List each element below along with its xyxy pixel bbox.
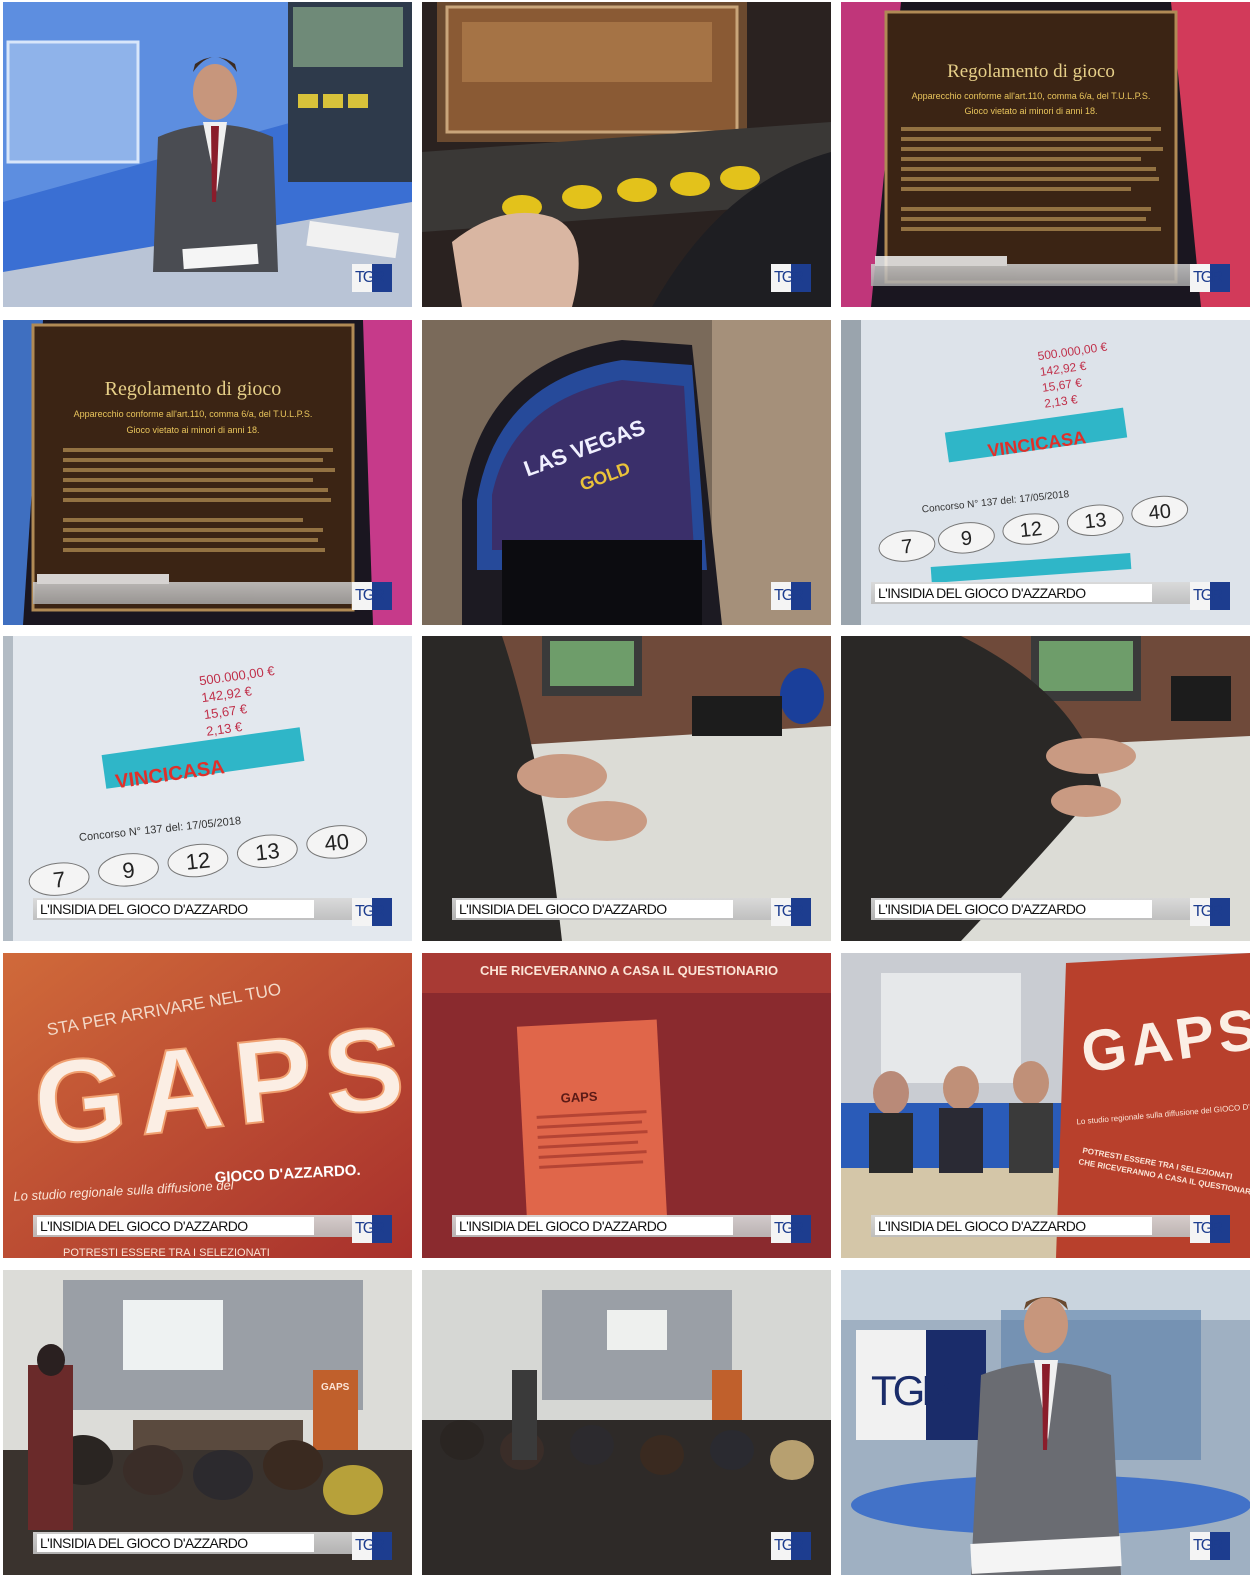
tgr-logo: TGR <box>352 898 392 926</box>
tgr-logo: TGR <box>1190 264 1230 292</box>
slot-buttons-image <box>422 2 831 307</box>
tgr-logo-text: TGR <box>1193 587 1223 604</box>
frame-vincicasa-2[interactable]: 500.000,00 € 142,92 € 15,67 € 2,13 € VIN… <box>3 636 412 941</box>
conference-room-image: GAPS <box>3 1270 412 1575</box>
tgr-logo-text: TGR <box>1193 269 1223 286</box>
frame-regolamento-1[interactable]: Regolamento di gioco Apparecchio conform… <box>841 2 1250 307</box>
regolamento-line2: Gioco vietato ai minori di anni 18. <box>126 425 259 435</box>
vincicasa-image: 500.000,00 € 142,92 € 15,67 € 2,13 € VIN… <box>841 320 1250 625</box>
las-vegas-image: LAS VEGAS GOLD <box>422 320 831 625</box>
lower-third-caption: L'INSIDIA DEL GIOCO D'AZZARDO <box>37 1534 314 1552</box>
tgr-logo-text: TGR <box>774 1537 804 1554</box>
poster-text: GAPS <box>321 1382 350 1393</box>
tgr-logo: TGR <box>771 898 811 926</box>
regolamento-line1: Apparecchio conforme all'art.110, comma … <box>912 91 1151 101</box>
lower-third-bar <box>33 574 353 604</box>
lower-third-caption: L'INSIDIA DEL GIOCO D'AZZARDO <box>875 900 1152 918</box>
frame-las-vegas[interactable]: LAS VEGAS GOLD TGR <box>422 320 831 625</box>
tgr-wall-logo: TGR <box>871 1367 950 1414</box>
tgr-logo: TGR <box>1190 1215 1230 1243</box>
hands-table-image <box>841 636 1250 941</box>
gaps-banner-image: STA PER ARRIVARE NEL TUO GAPS Lo studio … <box>3 953 412 1258</box>
lotto-number: 7 <box>52 867 67 893</box>
tgr-logo: TGR <box>1190 898 1230 926</box>
regolamento-title: Regolamento di gioco <box>105 378 282 400</box>
vincicasa-image: 500.000,00 € 142,92 € 15,67 € 2,13 € VIN… <box>3 636 412 941</box>
tgr-logo-text: TGR <box>355 1537 385 1554</box>
tgr-logo-text: TGR <box>355 587 385 604</box>
tgr-logo-text: TGR <box>355 903 385 920</box>
tgr-logo-text: TGR <box>774 587 804 604</box>
lower-third-caption: L'INSIDIA DEL GIOCO D'AZZARDO <box>875 1217 1152 1235</box>
gaps-sheet-title: GAPS <box>560 1089 598 1106</box>
lower-third-caption: L'INSIDIA DEL GIOCO D'AZZARDO <box>875 584 1152 602</box>
gaps-sheet-image: CHE RICEVERANNO A CASA IL QUESTIONARIO G… <box>422 953 831 1258</box>
anchor-tgr-image: TGR <box>841 1270 1250 1575</box>
tgr-logo: TGR <box>1190 582 1230 610</box>
tgr-logo: TGR <box>771 1532 811 1560</box>
lotto-number: 13 <box>1083 509 1107 533</box>
tgr-logo: TGR <box>352 1215 392 1243</box>
tgr-logo: TGR <box>771 582 811 610</box>
lotto-number: 12 <box>1019 518 1043 542</box>
lower-third-caption: L'INSIDIA DEL GIOCO D'AZZARDO <box>456 1217 733 1235</box>
frame-vincicasa-1[interactable]: 500.000,00 € 142,92 € 15,67 € 2,13 € VIN… <box>841 320 1250 625</box>
anchor-studio-image <box>3 2 412 307</box>
frame-conference-wide[interactable]: TGR <box>422 1270 831 1575</box>
video-frame-grid: TGR TGR Regolamento di gioco Apparecchio… <box>0 0 1258 1585</box>
conference-wide-image <box>422 1270 831 1575</box>
gaps-bottom-text: POTRESTI ESSERE TRA I SELEZIONATI <box>63 1247 270 1258</box>
lotto-number: 40 <box>323 829 350 856</box>
hands-table-image <box>422 636 831 941</box>
lower-third-bar <box>871 256 1191 286</box>
lotto-number: 7 <box>900 536 913 559</box>
lotto-number: 40 <box>1148 500 1172 524</box>
frame-hands-table-1[interactable]: L'INSIDIA DEL GIOCO D'AZZARDO TGR <box>422 636 831 941</box>
tgr-logo: TGR <box>352 1532 392 1560</box>
lower-third-caption: L'INSIDIA DEL GIOCO D'AZZARDO <box>37 900 314 918</box>
gaps-sheet-top-text: CHE RICEVERANNO A CASA IL QUESTIONARIO <box>480 963 778 978</box>
panel-gaps-image: GAPS Lo studio regionale sulla diffusion… <box>841 953 1250 1258</box>
lower-third-caption: L'INSIDIA DEL GIOCO D'AZZARDO <box>37 1217 314 1235</box>
tgr-logo: TGR <box>352 582 392 610</box>
tgr-logo: TGR <box>352 264 392 292</box>
frame-anchor-tgr[interactable]: TGR TGR <box>841 1270 1250 1575</box>
frame-conference-room[interactable]: GAPS L'INSIDIA DEL GIOCO D'AZZARDO TGR <box>3 1270 412 1575</box>
frame-gaps-banner[interactable]: STA PER ARRIVARE NEL TUO GAPS Lo studio … <box>3 953 412 1258</box>
frame-panel-gaps[interactable]: GAPS Lo studio regionale sulla diffusion… <box>841 953 1250 1258</box>
tgr-logo: TGR <box>771 1215 811 1243</box>
tgr-logo: TGR <box>771 264 811 292</box>
lotto-number: 9 <box>960 527 973 550</box>
tgr-logo-text: TGR <box>774 1220 804 1237</box>
lotto-number: 9 <box>121 857 136 883</box>
tgr-logo-text: TGR <box>1193 903 1223 920</box>
tgr-logo-text: TGR <box>774 269 804 286</box>
regolamento-line2: Gioco vietato ai minori di anni 18. <box>964 106 1097 116</box>
frame-hands-table-2[interactable]: L'INSIDIA DEL GIOCO D'AZZARDO TGR <box>841 636 1250 941</box>
frame-regolamento-2[interactable]: Regolamento di gioco Apparecchio conform… <box>3 320 412 625</box>
frame-slot-buttons[interactable]: TGR <box>422 2 831 307</box>
tgr-logo-text: TGR <box>355 1220 385 1237</box>
tgr-logo-text: TGR <box>1193 1220 1223 1237</box>
lower-third-caption: L'INSIDIA DEL GIOCO D'AZZARDO <box>456 900 733 918</box>
frame-gaps-sheet[interactable]: CHE RICEVERANNO A CASA IL QUESTIONARIO G… <box>422 953 831 1258</box>
lotto-number: 12 <box>184 847 211 874</box>
tgr-logo-text: TGR <box>355 269 385 286</box>
tgr-logo-text: TGR <box>1193 1537 1223 1554</box>
tgr-logo-text: TGR <box>774 903 804 920</box>
regolamento-line1: Apparecchio conforme all'art.110, comma … <box>74 409 313 419</box>
tgr-logo: TGR <box>1190 1532 1230 1560</box>
lotto-number: 13 <box>254 838 281 865</box>
regolamento-title: Regolamento di gioco <box>947 61 1115 82</box>
frame-anchor-studio[interactable]: TGR <box>3 2 412 307</box>
